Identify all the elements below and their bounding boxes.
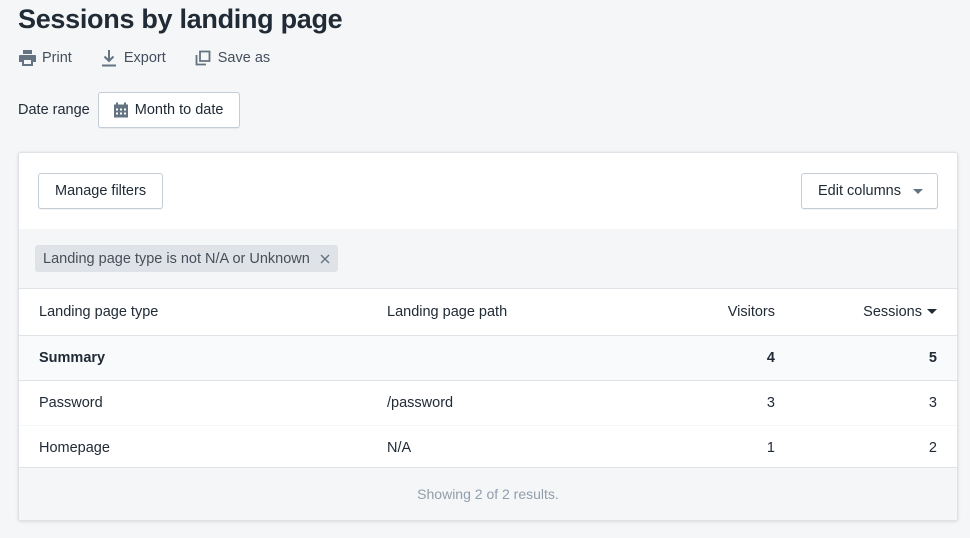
- report-table: Landing page type Landing page path Visi…: [19, 289, 957, 471]
- summary-label: Summary: [19, 335, 367, 381]
- manage-filters-button[interactable]: Manage filters: [38, 173, 164, 209]
- cell-landing-page-type: Homepage: [19, 425, 367, 471]
- date-range-label: Date range: [18, 102, 90, 118]
- column-header-visitors[interactable]: Visitors: [647, 289, 783, 336]
- table-row: Homepage N/A 1 2: [19, 425, 957, 471]
- export-label: Export: [123, 50, 166, 66]
- date-range-value: Month to date: [134, 102, 224, 118]
- applied-filters-bar: Landing page type is not N/A or Unknown: [19, 229, 957, 289]
- column-header-landing-page-path[interactable]: Landing page path: [367, 289, 647, 336]
- duplicate-icon: [194, 49, 212, 67]
- remove-filter-icon[interactable]: [320, 254, 330, 264]
- export-button[interactable]: Export: [100, 48, 166, 68]
- table-row: Password /password 3 3: [19, 380, 957, 426]
- filter-tag-label: Landing page type is not N/A or Unknown: [43, 250, 310, 267]
- cell-sessions: 2: [783, 425, 957, 471]
- card-toolbar: Manage filters Edit columns: [19, 153, 957, 229]
- cell-visitors: 3: [647, 380, 783, 426]
- table-header-row: Landing page type Landing page path Visi…: [19, 289, 957, 336]
- page-title: Sessions by landing page: [18, 4, 343, 34]
- results-footer: Showing 2 of 2 results.: [19, 467, 957, 520]
- summary-sessions: 5: [783, 335, 957, 381]
- edit-columns-button[interactable]: Edit columns: [800, 173, 938, 209]
- cell-landing-page-path: N/A: [367, 425, 647, 471]
- print-button[interactable]: Print: [18, 48, 72, 68]
- date-range-button[interactable]: Month to date: [97, 92, 241, 128]
- date-range-row: Date range Month to date: [18, 92, 241, 128]
- results-count: Showing 2 of 2 results.: [417, 486, 559, 502]
- edit-columns-label: Edit columns: [817, 183, 901, 199]
- column-header-sessions-label: Sessions: [863, 303, 922, 320]
- cell-visitors: 1: [647, 425, 783, 471]
- report-card: Manage filters Edit columns Landing page…: [18, 152, 958, 521]
- save-as-label: Save as: [217, 50, 271, 66]
- cell-landing-page-type: Password: [19, 380, 367, 426]
- summary-visitors: 4: [647, 335, 783, 381]
- sort-descending-icon: [927, 309, 937, 315]
- cell-landing-page-path: /password: [367, 380, 647, 426]
- download-icon: [100, 49, 118, 67]
- summary-path: [367, 335, 647, 381]
- summary-row: Summary 4 5: [19, 335, 957, 381]
- save-as-button[interactable]: Save as: [194, 48, 270, 68]
- calendar-icon: [113, 102, 129, 118]
- filter-tag: Landing page type is not N/A or Unknown: [35, 245, 338, 272]
- caret-down-icon: [913, 188, 923, 194]
- printer-icon: [18, 49, 36, 67]
- column-header-sessions[interactable]: Sessions: [783, 289, 957, 336]
- print-label: Print: [42, 50, 72, 66]
- cell-sessions: 3: [783, 380, 957, 426]
- page-actions: Print Export Save as: [18, 48, 298, 68]
- column-header-landing-page-type[interactable]: Landing page type: [19, 289, 367, 336]
